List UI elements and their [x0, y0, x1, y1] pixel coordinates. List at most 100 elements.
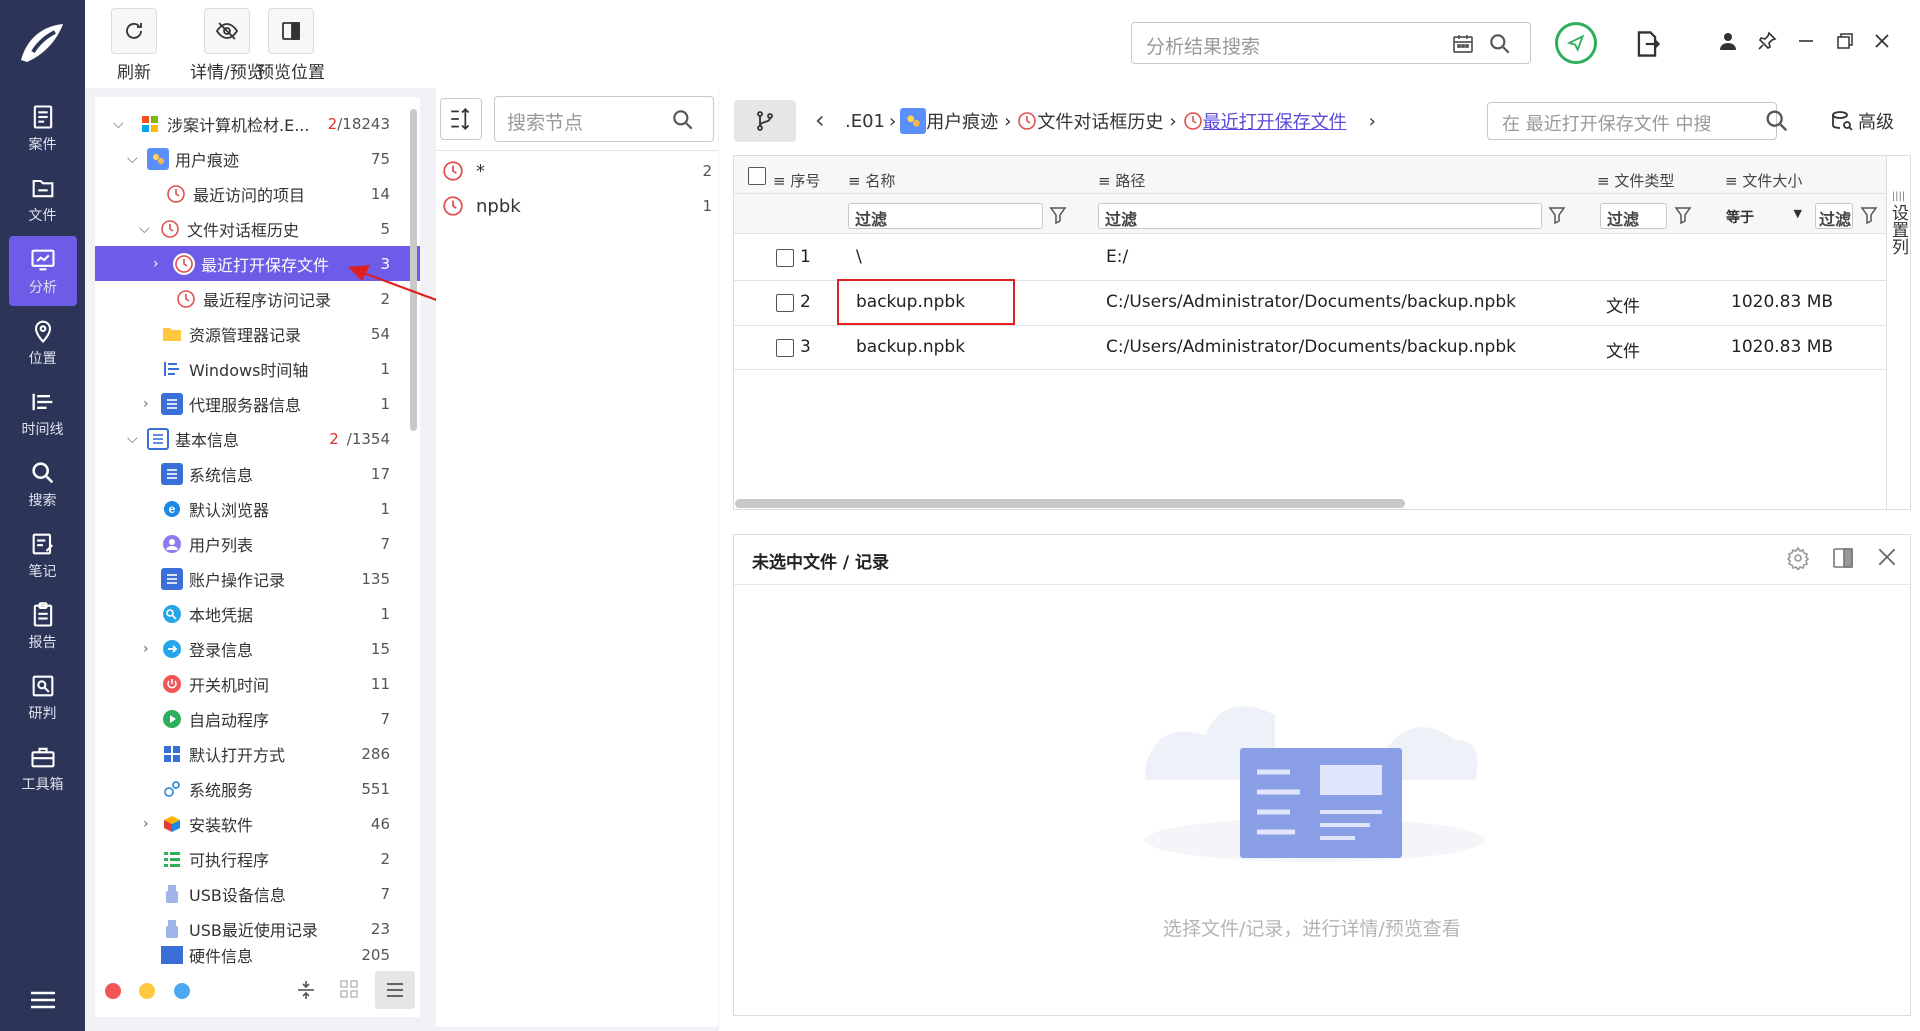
nav-search[interactable]: 搜索	[0, 449, 85, 519]
chevron-down-icon[interactable]: ⌵	[127, 151, 138, 167]
tree-root[interactable]: ⌵ 涉案计算机检材.E... 2/18243	[95, 106, 420, 141]
nav-judge[interactable]: 研判	[0, 662, 85, 732]
close-icon[interactable]	[1868, 27, 1896, 55]
preview-title: 未选中文件 / 记录	[752, 553, 890, 573]
nav-location[interactable]: 位置	[0, 307, 85, 377]
tree-item-hardware-info[interactable]: 硬件信息 205	[95, 946, 420, 964]
tree-item-executables[interactable]: 可执行程序 2	[95, 841, 420, 876]
size-operator-select[interactable]: 等于 ▼	[1726, 207, 1802, 227]
user-icon[interactable]	[1714, 27, 1742, 55]
header-name[interactable]: ≡ 名称	[848, 170, 895, 191]
advanced-search-button[interactable]: 高级	[1830, 108, 1894, 134]
header-size[interactable]: ≡ 文件大小	[1725, 170, 1802, 191]
tree-item-system-services[interactable]: 系统服务 551	[95, 771, 420, 806]
table-search-input[interactable]: 在 最近打开保存文件 中搜	[1487, 102, 1777, 140]
chevron-right-icon[interactable]: ›	[143, 396, 149, 412]
select-all-checkbox[interactable]	[748, 167, 766, 185]
tree-item-default-browser[interactable]: e 默认浏览器 1	[95, 491, 420, 526]
breadcrumb-item-user-traces[interactable]: 用户痕迹	[926, 108, 998, 134]
chevron-down-icon[interactable]: ⌵	[113, 116, 124, 132]
tree-item-default-open[interactable]: 默认打开方式 286	[95, 736, 420, 771]
search-icon[interactable]	[670, 107, 696, 133]
breadcrumb-item-file-dialog[interactable]: 文件对话框历史	[1037, 108, 1163, 134]
pin-icon[interactable]	[1753, 27, 1781, 55]
filter-icon[interactable]	[1049, 206, 1067, 228]
header-type[interactable]: ≡ 文件类型	[1597, 170, 1674, 191]
row-checkbox[interactable]	[776, 249, 794, 267]
chevron-down-icon[interactable]: ⌵	[127, 431, 138, 447]
row-checkbox[interactable]	[776, 339, 794, 357]
breadcrumb-item-current[interactable]: 最近打开保存文件	[1203, 108, 1347, 134]
blue-dot-icon[interactable]	[174, 983, 190, 999]
filter-icon[interactable]	[1860, 206, 1878, 228]
path-filter-input[interactable]: 过滤	[1098, 203, 1542, 229]
tree-item-local-credentials[interactable]: 本地凭据 1	[95, 596, 420, 631]
row-checkbox[interactable]	[776, 294, 794, 312]
calendar-icon[interactable]	[1451, 32, 1475, 56]
list-view-icon[interactable]	[375, 971, 415, 1009]
nav-note[interactable]: 笔记	[0, 520, 85, 590]
tree-item-user-traces[interactable]: ⌵ 用户痕迹 75	[95, 141, 420, 176]
gear-icon[interactable]	[1786, 546, 1810, 574]
branch-button[interactable]	[734, 100, 796, 142]
size-filter-input[interactable]: 过滤	[1815, 203, 1853, 229]
grid-horizontal-scrollbar[interactable]	[735, 499, 1405, 508]
search-icon[interactable]	[1487, 31, 1513, 57]
nav-timeline[interactable]: 时间线	[0, 378, 85, 448]
grid-view-icon[interactable]	[339, 979, 361, 1001]
tree-item-account-ops[interactable]: 账户操作记录 135	[95, 561, 420, 596]
tree-item-user-list[interactable]: 用户列表 7	[95, 526, 420, 561]
chevron-right-icon[interactable]: ›	[143, 641, 149, 657]
tree-item-usb-recent[interactable]: USB最近使用记录 23	[95, 911, 420, 946]
yellow-dot-icon[interactable]	[139, 983, 155, 999]
tree-item-power-times[interactable]: 开关机时间 11	[95, 666, 420, 701]
tree-item-login-info[interactable]: › 登录信息 15	[95, 631, 420, 666]
restore-icon[interactable]	[1831, 27, 1859, 55]
table-row[interactable]: 1 \ E:/	[734, 236, 1886, 280]
tree-item-basic-info[interactable]: ⌵ 基本信息 2/1354	[95, 421, 420, 456]
tree-item-autostart[interactable]: 自启动程序 7	[95, 701, 420, 736]
settings-column-button[interactable]: |||| 设置列	[1886, 155, 1911, 510]
name-filter-input[interactable]: 过滤	[848, 203, 1043, 229]
search-icon[interactable]	[1763, 107, 1791, 135]
tree-item-recent-items[interactable]: 最近访问的项目 14	[95, 176, 420, 211]
database-search-icon	[1832, 111, 1853, 131]
export-icon[interactable]	[1633, 29, 1661, 59]
detail-preview-button[interactable]: 详情/预览	[190, 8, 264, 83]
collapse-all-icon[interactable]	[295, 979, 317, 1001]
nav-case[interactable]: 案件	[0, 93, 85, 163]
minimize-icon[interactable]	[1792, 27, 1820, 55]
nav-report[interactable]: 报告	[0, 591, 85, 661]
red-dot-icon[interactable]	[105, 983, 121, 999]
sort-nodes-button[interactable]	[440, 98, 482, 140]
nav-file[interactable]: 文件	[0, 164, 85, 234]
filter-icon[interactable]	[1674, 206, 1692, 228]
preview-position-button[interactable]: 预览位置	[257, 8, 325, 83]
tree-item-windows-timeline[interactable]: Windows时间轴 1	[95, 351, 420, 386]
back-chevron-icon[interactable]: ‹	[815, 106, 825, 134]
type-filter-input[interactable]: 过滤	[1600, 203, 1667, 229]
tree-item-system-info[interactable]: 系统信息 17	[95, 456, 420, 491]
node-item[interactable]: npbk 1	[442, 189, 712, 223]
chevron-down-icon[interactable]: ⌵	[139, 221, 150, 237]
node-item[interactable]: * 2	[442, 154, 712, 188]
row-path: C:/Users/Administrator/Documents/backup.…	[1106, 337, 1516, 357]
tree-item-usb-devices[interactable]: USB设备信息 7	[95, 876, 420, 911]
nav-toolbox[interactable]: 工具箱	[0, 733, 85, 803]
menu-icon[interactable]	[30, 990, 56, 1010]
chevron-right-icon[interactable]: ›	[143, 816, 149, 832]
table-row[interactable]: 3 backup.npbk C:/Users/Administrator/Doc…	[734, 326, 1886, 369]
tree-item-proxy-info[interactable]: › 代理服务器信息 1	[95, 386, 420, 421]
nav-analysis[interactable]: 分析	[9, 236, 77, 306]
layout-icon[interactable]	[1831, 546, 1855, 574]
tree-item-file-dialog-history[interactable]: ⌵ 文件对话框历史 5	[95, 211, 420, 246]
filter-icon[interactable]	[1548, 206, 1566, 228]
chevron-right-icon[interactable]: ›	[153, 256, 159, 272]
header-path[interactable]: ≡ 路径	[1098, 170, 1145, 191]
tree-item-installed-software[interactable]: › 安装软件 46	[95, 806, 420, 841]
breadcrumb-item-e01[interactable]: .E01	[845, 111, 885, 132]
header-seq[interactable]: ≡ 序号	[773, 170, 820, 191]
send-status-icon[interactable]	[1555, 22, 1597, 64]
refresh-button[interactable]: 刷新	[111, 8, 157, 83]
close-icon[interactable]	[1876, 546, 1898, 572]
